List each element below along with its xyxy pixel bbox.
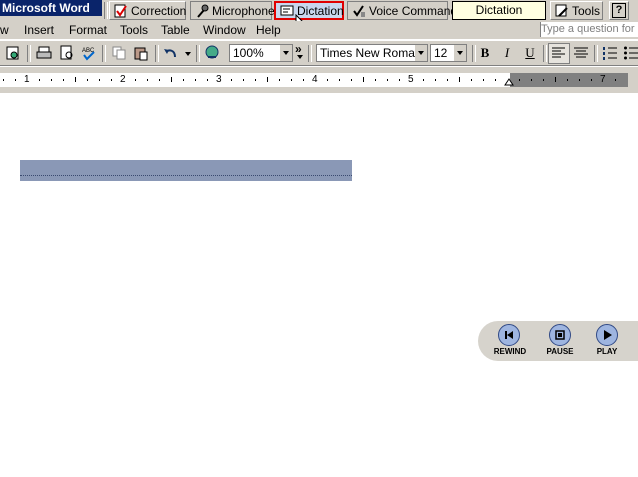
app-title: Microsoft Word [0,0,102,16]
microphone-icon [195,4,209,18]
tools-icon [555,4,569,18]
menu-table[interactable]: Table [161,22,190,38]
copy-icon[interactable] [111,45,127,61]
microphone-label: Microphone [212,3,275,18]
chevron-down-icon[interactable] [454,45,466,61]
voice-command-icon [352,4,366,18]
font-size-combo[interactable]: 12 [430,44,467,62]
menu-insert[interactable]: Insert [24,22,54,38]
play-icon [604,330,612,340]
center-align-icon[interactable] [572,44,590,62]
tools-label: Tools [572,3,601,18]
help-icon: ? [612,3,626,18]
toolbar-options-dropdown-icon[interactable] [296,54,304,60]
menu-window[interactable]: Window [203,22,246,38]
toolbar-separator [102,45,106,62]
ruler-number: 4 [312,74,318,85]
pause-button[interactable] [549,324,571,346]
ruler-number: 2 [120,74,126,85]
insert-hyperlink-icon[interactable] [204,45,220,61]
dictation-status-balloon: Dictation [452,1,546,20]
help-button[interactable]: ? [609,1,629,20]
correction-button[interactable]: Correction [109,1,186,20]
correction-label: Correction [131,3,187,18]
undo-icon[interactable] [163,45,179,61]
spelling-grammar-icon[interactable]: ABC [81,45,97,61]
zoom-value: 100% [233,46,264,60]
dictation-icon [280,4,294,18]
document-page[interactable] [0,93,638,477]
numbering-icon[interactable] [601,44,619,62]
ruler-number: 5 [408,74,414,85]
rewind-button[interactable] [498,324,520,346]
rewind-label: REWIND [493,347,527,356]
toolbar-separator [594,45,598,62]
play-label: PLAY [596,347,618,356]
print-preview-icon[interactable] [59,45,75,61]
font-size-value: 12 [434,46,448,60]
ruler-ticks [3,77,616,86]
print-icon[interactable] [36,45,52,61]
font-name-value: Times New Roman [320,46,422,60]
correction-icon [114,4,128,18]
ruler-number: 7 [600,74,606,85]
bold-button[interactable]: B [476,44,494,62]
dictation-bar [20,160,352,181]
ruler-number: 3 [216,74,222,85]
font-name-combo[interactable]: Times New Roman [316,44,428,62]
voice-command-button[interactable]: Voice Command [347,1,457,20]
ask-question-box[interactable]: Type a question for [540,22,638,37]
toolbar-separator [308,45,312,62]
toolbar-separator [543,45,547,62]
menu-help[interactable]: Help [256,22,281,38]
bullets-icon[interactable] [623,44,638,62]
pause-label: PAUSE [546,347,574,356]
zoom-combo[interactable]: 100% [229,44,293,62]
stop-icon [555,330,565,340]
rewind-icon [505,331,513,339]
menu-tools[interactable]: Tools [120,22,148,38]
tools-button[interactable]: Tools [550,1,603,20]
underline-button[interactable]: U [521,44,539,62]
paste-icon[interactable] [133,45,149,61]
undo-dropdown-icon[interactable] [184,51,192,57]
play-button[interactable] [596,324,618,346]
italic-button[interactable]: I [498,44,516,62]
align-left-icon[interactable] [548,43,570,64]
voice-command-label: Voice Command [369,3,458,18]
chevron-down-icon[interactable] [415,45,427,61]
ruler-number: 1 [24,74,30,85]
chevron-down-icon[interactable] [280,45,292,61]
microphone-button[interactable]: Microphone [190,1,275,20]
toolbar-separator [155,45,159,62]
menu-view[interactable]: w [0,22,9,38]
menu-format[interactable]: Format [69,22,107,38]
dictation-underline [20,175,352,176]
toolbar-separator [196,45,200,62]
toolbar-separator [27,45,31,62]
language-bar-separator [104,2,108,19]
permission-icon[interactable] [5,45,21,61]
